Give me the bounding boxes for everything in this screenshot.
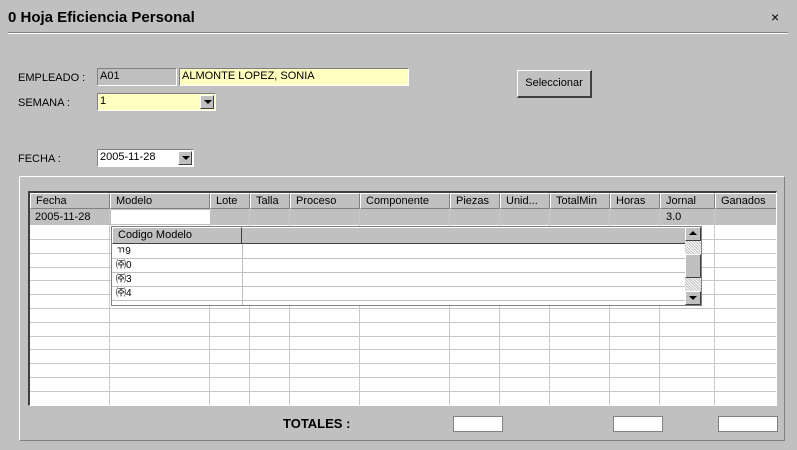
fecha-value: 2005-11-28: [100, 151, 156, 163]
list-item[interactable]: ㈜4: [112, 287, 685, 301]
grid-row-divider: [30, 363, 776, 364]
modelo-dropdown-list[interactable]: Codigo Modelo ㄲ9 ㈜0 ㈜3 ㈜4: [111, 226, 702, 306]
grid-header-8[interactable]: TotalMin: [550, 193, 610, 209]
title-divider: [8, 32, 788, 34]
close-icon[interactable]: ×: [771, 9, 779, 25]
semana-label: SEMANA :: [18, 97, 70, 109]
grid-header-5[interactable]: Componente: [360, 193, 450, 209]
window-title: 0 Hoja Eficiencia Personal: [8, 9, 195, 26]
list-item[interactable]: ㈜3: [112, 273, 685, 287]
grid-row-divider: [30, 336, 776, 337]
chevron-down-icon[interactable]: [200, 95, 214, 109]
grid-header-7[interactable]: Unid...: [500, 193, 550, 209]
grid-header-6[interactable]: Piezas: [450, 193, 500, 209]
grid-col-divider: [776, 209, 777, 405]
empleado-name-field[interactable]: ALMONTE LOPEZ, SONIA: [179, 68, 409, 86]
fecha-picker[interactable]: 2005-11-28: [97, 149, 194, 167]
grid-row-divider: [30, 391, 776, 392]
grid-row-divider: [30, 308, 776, 309]
empleado-label: EMPLEADO :: [18, 72, 86, 84]
grid-row-divider: [30, 322, 776, 323]
grid-header-2[interactable]: Lote: [210, 193, 250, 209]
grid-header-10[interactable]: Jornal: [660, 193, 715, 209]
grid-header-4[interactable]: Proceso: [290, 193, 360, 209]
row-fecha[interactable]: 2005-11-28: [35, 211, 90, 223]
total-horas-field: [613, 416, 663, 432]
list-item[interactable]: ㄲ9: [112, 245, 685, 259]
chevron-down-icon[interactable]: [178, 151, 192, 165]
semana-value: 1: [100, 95, 107, 107]
list-item[interactable]: ㈜0: [112, 259, 685, 273]
totals-label: TOTALES :: [283, 416, 351, 431]
efficiency-grid[interactable]: Fecha Modelo Lote Talla Proceso Componente Pie…: [28, 191, 777, 406]
dropdown-header-filler: [242, 227, 685, 244]
fecha-label: FECHA :: [18, 153, 61, 165]
total-piezas-field: [453, 416, 503, 432]
grid-header-3[interactable]: Talla: [250, 193, 290, 209]
dropdown-header: Codigo Modelo: [112, 227, 242, 244]
grid-row-divider: [30, 377, 776, 378]
grid-header-1[interactable]: Modelo: [110, 193, 210, 209]
grid-header-9[interactable]: Horas: [610, 193, 660, 209]
grid-row-divider: [30, 405, 776, 406]
scroll-down-icon[interactable]: [685, 291, 701, 305]
grid-row-divider: [30, 349, 776, 350]
semana-select[interactable]: 1: [97, 93, 216, 111]
dropdown-scrollbar[interactable]: [685, 227, 701, 305]
scroll-up-icon[interactable]: [685, 227, 701, 241]
empleado-code-field[interactable]: A01: [97, 68, 177, 86]
row-jornal[interactable]: 3.0: [666, 211, 681, 223]
scroll-thumb[interactable]: [685, 254, 701, 278]
grid-header-0[interactable]: Fecha: [30, 193, 110, 209]
seleccionar-button[interactable]: Seleccionar: [517, 70, 592, 98]
row-modelo-editor[interactable]: [111, 210, 210, 224]
grid-header-11[interactable]: Ganados: [715, 193, 776, 209]
total-ganados-field: [718, 416, 778, 432]
